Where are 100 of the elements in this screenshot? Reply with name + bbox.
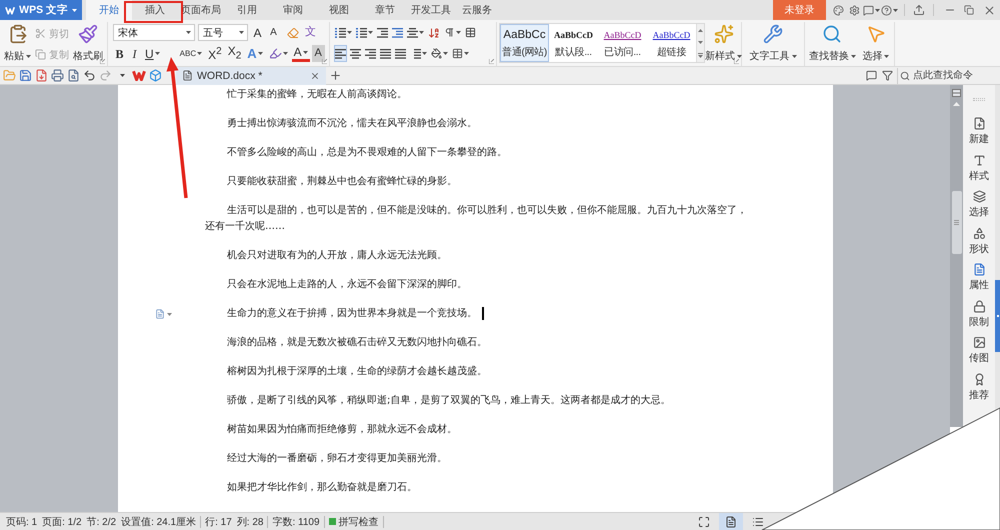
align-right-icon [365,48,376,58]
numbered-list-icon [356,28,367,38]
layout-icon [407,28,418,38]
caret-icon [186,31,191,34]
print-button[interactable] [51,68,64,84]
caret-icon [443,52,448,55]
ribbon-tab[interactable]: 插入 [132,0,178,20]
app-menu-button[interactable]: WPS 文字 [0,0,82,20]
indent-icon [392,28,403,38]
caret-icon [464,52,469,55]
file-plus-icon [972,117,986,130]
underline-button[interactable]: U [143,45,162,62]
help-icon [880,4,892,16]
save-button[interactable] [19,68,32,84]
style-item[interactable]: AaBbCcD 默认段... [549,24,598,62]
subscript-button[interactable]: X$_{2}$ [226,45,244,62]
caret-icon [302,50,308,54]
ribbon-tab[interactable]: 开始 [86,0,132,20]
dialog-launcher-icon[interactable] [100,59,105,64]
ribbon-tab[interactable]: 开发工具 [408,0,454,20]
grip-icon [954,220,959,225]
outdent-icon [377,28,388,38]
sort-icon [428,26,440,38]
character-shading-button[interactable]: A [312,45,325,62]
logo-icon [132,70,146,81]
status-text: 页码: 1 [6,516,38,528]
caret-icon [258,52,263,55]
font-size-field[interactable]: 五号 [198,24,248,41]
layers-icon [972,190,986,203]
document-tab[interactable]: WORD.docx * [176,66,326,84]
font-name-field[interactable]: 宋体 [113,24,195,41]
document-icon [972,263,986,276]
shrink-font-button[interactable]: A [267,24,280,41]
printer-icon [51,69,64,82]
scroll-up-icon[interactable] [698,28,703,32]
side-panel-item[interactable]: 推荐 [964,370,994,406]
align-left-button[interactable] [334,45,347,62]
panel-toggle-tab[interactable] [995,280,1000,352]
style-item[interactable]: AaBbCcD 超链接 [647,24,696,62]
spell-check-label[interactable]: 拼写检查 [338,514,379,528]
side-panel-item[interactable]: 限制 [964,296,994,333]
paragraph-text: 榕树因为扎根于深厚的土壤，生命的绿荫才会越长越茂盛。 [227,366,487,377]
caret-icon [239,31,244,34]
page-view-button[interactable] [719,513,743,530]
command-search-field[interactable]: 点此查找命令 [897,68,997,84]
text-tools-button[interactable]: 文字工具 [748,22,798,64]
side-panel-item[interactable]: 样式 [964,150,994,187]
fullscreen-icon [698,516,710,528]
style-item[interactable]: AaBbCcD 已访问... [598,24,647,62]
caret-icon [368,31,373,34]
style-item[interactable]: AaBbCc 普通(网站) [500,24,549,62]
status-text: 列: 28 [236,516,264,528]
caret-icon [419,31,424,34]
italic-button[interactable]: I [128,45,141,62]
caret-icon [120,74,125,77]
expand-gallery-icon[interactable] [698,52,703,58]
ribbon-tab[interactable]: 审阅 [270,0,316,20]
print-preview-button[interactable] [67,68,80,84]
paragraph-text: 生活可以是甜的，也可以是苦的，但不能是没味的。你可以胜利，也可以失败，但你不能屈服。九百九十九次落空了，还有一千次呢…… [205,205,747,232]
side-panel-item[interactable]: 选择 [964,187,994,224]
scroll-down-icon[interactable] [698,40,703,44]
select-button[interactable]: 选择 [862,22,890,64]
dialog-launcher-icon[interactable] [322,59,327,64]
pinyin-button[interactable]: 文 [303,24,318,41]
paragraph-text: 海浪的品格，就是无数次被礁石击碎又无数闪地扑向礁石。 [227,337,487,348]
scrollbar-thumb[interactable] [952,191,962,254]
search-icon [822,24,842,44]
side-panel-item[interactable]: 传图 [964,333,994,370]
close-icon[interactable] [310,70,320,80]
paragraph-text: 只要能收获甜蜜，荆棘丛中也会有蜜蜂忙碌的身影。 [227,176,457,187]
caret-icon [792,54,796,58]
paste-icon [8,24,28,44]
folder-icon [3,69,16,82]
undo-button[interactable] [83,68,96,84]
side-panel-item[interactable]: 新建 [964,114,994,150]
ribbon-tab[interactable]: 视图 [316,0,362,20]
paragraph-text: 如果把才华比作剑，那么勤奋就是磨刀石。 [227,482,417,493]
superscript-button[interactable]: X$^{2}$ [206,45,224,62]
bold-button[interactable]: B [113,45,126,62]
split-view-icon[interactable] [952,89,961,97]
grow-font-button[interactable]: A [251,24,264,41]
paragraph-menu-button[interactable] [155,308,172,320]
painter-button[interactable]: 格式刷 [72,22,104,64]
ribbon-tab[interactable]: 章节 [362,0,408,20]
strike-button[interactable]: ABC [178,45,204,62]
cloud-button[interactable] [149,68,162,84]
paste-button[interactable]: 粘贴 [3,22,32,64]
table-icon [465,27,476,38]
dialog-launcher-icon[interactable] [489,59,494,64]
side-panel-item[interactable]: 形状 [964,224,994,260]
side-panel-item[interactable]: 属性 [964,260,994,296]
paragraph-text: 忙于采集的蜜蜂，无暇在人前高谈阔论。 [227,89,407,100]
ribbon-tab[interactable]: 引用 [224,0,270,20]
settings-icon [848,4,860,16]
dialog-launcher-icon[interactable] [734,59,739,64]
ribbon-tab[interactable]: 云服务 [454,0,500,20]
redo-icon [99,69,112,82]
status-text: 字数: 1109 [272,516,320,528]
find-replace-button[interactable]: 查找替换 [809,22,856,64]
export-button[interactable] [35,68,48,84]
